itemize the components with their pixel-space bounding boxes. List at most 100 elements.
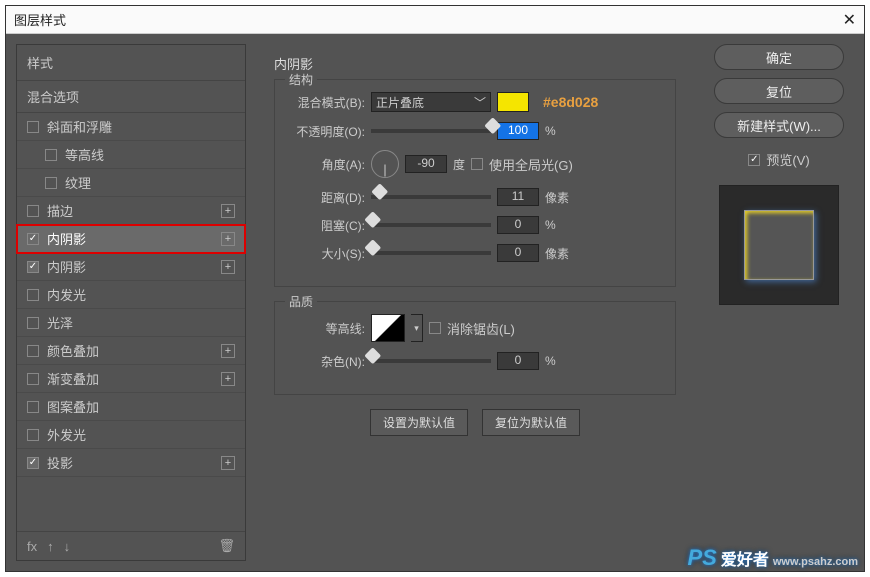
color-annotation: #e8d028 [543, 94, 598, 110]
ok-button[interactable]: 确定 [714, 44, 844, 70]
style-row-内阴影[interactable]: 内阴影+ [17, 253, 245, 281]
antialias-label: 消除锯齿(L) [447, 319, 515, 338]
blend-mode-select[interactable]: 正片叠底 ﹀ [371, 92, 491, 112]
noise-label: 杂色(N): [289, 353, 365, 370]
chevron-down-icon: ﹀ [474, 94, 486, 111]
arrow-up-icon[interactable]: ↑ [47, 539, 54, 554]
style-label: 等高线 [65, 145, 104, 164]
noise-field[interactable]: 0 [497, 352, 539, 370]
style-row-纹理[interactable]: 纹理 [17, 169, 245, 197]
style-checkbox[interactable] [27, 261, 39, 273]
choke-field[interactable]: 0 [497, 216, 539, 234]
contour-label: 等高线: [289, 320, 365, 337]
arrow-down-icon[interactable]: ↓ [64, 539, 71, 554]
global-light-checkbox[interactable] [471, 158, 483, 170]
style-checkbox[interactable] [27, 121, 39, 133]
contour-dropdown-icon[interactable]: ▾ [411, 314, 423, 342]
style-checkbox[interactable] [45, 177, 57, 189]
reset-default-button[interactable]: 复位为默认值 [482, 409, 580, 436]
opacity-field[interactable]: 100 [497, 122, 539, 140]
quality-title: 品质 [285, 293, 317, 310]
style-checkbox[interactable] [45, 149, 57, 161]
style-checkbox[interactable] [27, 205, 39, 217]
distance-label: 距离(D): [289, 189, 365, 206]
choke-unit: % [545, 218, 556, 232]
watermark-url: www.psahz.com [773, 556, 858, 568]
angle-dial[interactable] [371, 150, 399, 178]
style-row-斜面和浮雕[interactable]: 斜面和浮雕 [17, 113, 245, 141]
style-row-内发光[interactable]: 内发光 [17, 281, 245, 309]
style-label: 纹理 [65, 173, 91, 192]
add-effect-icon[interactable]: + [221, 344, 235, 358]
titlebar: 图层样式 ✕ [6, 6, 864, 34]
fx-icon[interactable]: fx [27, 539, 37, 554]
style-row-投影[interactable]: 投影 + [17, 449, 245, 477]
styles-header: 样式 [17, 45, 245, 81]
style-checkbox[interactable] [27, 233, 39, 245]
distance-slider[interactable] [371, 195, 491, 199]
style-row-图案叠加[interactable]: 图案叠加 [17, 393, 245, 421]
global-light-label: 使用全局光(G) [489, 155, 573, 174]
preview-toggle[interactable]: 预览(V) [748, 150, 809, 169]
styles-footer: fx ↑ ↓ 🗑 [17, 531, 245, 560]
style-row-描边[interactable]: 描边+ [17, 197, 245, 225]
size-field[interactable]: 0 [497, 244, 539, 262]
style-checkbox[interactable] [27, 345, 39, 357]
settings-panel: 内阴影 结构 混合模式(B): 正片叠底 ﹀ #e8d028 不透明度(O): … [256, 44, 694, 561]
angle-field[interactable]: -90 [405, 155, 447, 173]
structure-group: 结构 混合模式(B): 正片叠底 ﹀ #e8d028 不透明度(O): 100 … [274, 79, 676, 287]
trash-icon[interactable]: 🗑 [218, 538, 235, 554]
opacity-slider[interactable] [371, 129, 491, 133]
style-label: 内阴影 [47, 229, 86, 248]
antialias-checkbox[interactable] [429, 322, 441, 334]
style-checkbox[interactable] [27, 401, 39, 413]
style-label: 内发光 [47, 285, 86, 304]
distance-unit: 像素 [545, 189, 569, 206]
style-row-等高线[interactable]: 等高线 [17, 141, 245, 169]
contour-picker[interactable] [371, 314, 405, 342]
preview-box [719, 185, 839, 305]
color-swatch[interactable] [497, 92, 529, 112]
choke-slider[interactable] [371, 223, 491, 227]
style-row-光泽[interactable]: 光泽 [17, 309, 245, 337]
angle-unit: 度 [453, 156, 465, 173]
structure-title: 结构 [285, 71, 317, 88]
style-row-内阴影[interactable]: 内阴影 + [17, 225, 245, 253]
preview-checkbox-icon [748, 154, 760, 166]
size-label: 大小(S): [289, 245, 365, 262]
style-checkbox[interactable] [27, 457, 39, 469]
opacity-label: 不透明度(O): [289, 123, 365, 140]
layer-style-dialog: 图层样式 ✕ 样式 混合选项 斜面和浮雕等高线纹理描边+ 内阴影 + 内阴影 + 内发光光… [5, 5, 865, 572]
size-slider[interactable] [371, 251, 491, 255]
style-checkbox[interactable] [27, 317, 39, 329]
style-row-渐变叠加[interactable]: 渐变叠加+ [17, 365, 245, 393]
blend-mode-value: 正片叠底 [376, 94, 424, 111]
cancel-button[interactable]: 复位 [714, 78, 844, 104]
noise-unit: % [545, 354, 556, 368]
style-label: 投影 [47, 453, 73, 472]
style-row-颜色叠加[interactable]: 颜色叠加 + [17, 337, 245, 365]
panel-title: 内阴影 [274, 54, 676, 73]
noise-slider[interactable] [371, 359, 491, 363]
add-effect-icon[interactable]: + [221, 260, 235, 274]
style-row-外发光[interactable]: 外发光 [17, 421, 245, 449]
style-checkbox[interactable] [27, 289, 39, 301]
close-icon[interactable]: ✕ [843, 10, 856, 30]
add-effect-icon[interactable]: + [221, 456, 235, 470]
choke-label: 阻塞(C): [289, 217, 365, 234]
add-effect-icon[interactable]: + [221, 372, 235, 386]
add-effect-icon[interactable]: + [221, 204, 235, 218]
style-checkbox[interactable] [27, 429, 39, 441]
quality-group: 品质 等高线: ▾ 消除锯齿(L) 杂色(N): 0 % [274, 301, 676, 395]
add-effect-icon[interactable]: + [221, 232, 235, 246]
style-label: 外发光 [47, 425, 86, 444]
opacity-unit: % [545, 124, 556, 138]
preview-label: 预览(V) [766, 150, 809, 169]
distance-field[interactable]: 11 [497, 188, 539, 206]
new-style-button[interactable]: 新建样式(W)... [714, 112, 844, 138]
style-label: 颜色叠加 [47, 341, 99, 360]
make-default-button[interactable]: 设置为默认值 [370, 409, 468, 436]
style-checkbox[interactable] [27, 373, 39, 385]
blending-options[interactable]: 混合选项 [17, 81, 245, 113]
watermark-text: 爱好者 [721, 546, 769, 570]
